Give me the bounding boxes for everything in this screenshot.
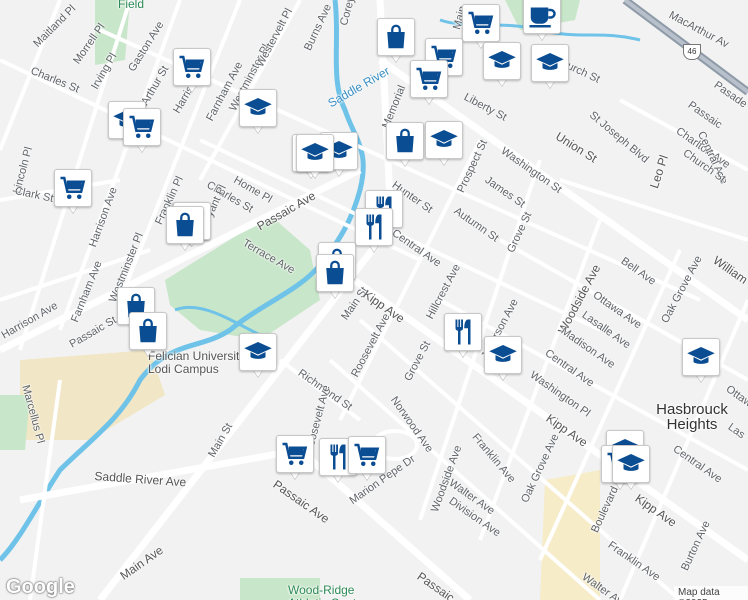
poi-marker-shopping-bag[interactable]	[377, 18, 415, 64]
poi-marker-shopping-bag[interactable]	[386, 122, 424, 168]
poi-marker-shopping-cart[interactable]	[173, 48, 211, 94]
poi-marker-graduation-cap[interactable]	[612, 445, 650, 491]
google-logo: Google	[6, 576, 75, 598]
graduation-cap-icon	[239, 89, 277, 127]
poi-marker-graduation-cap[interactable]	[425, 121, 463, 167]
shopping-bag-icon	[377, 18, 415, 56]
label-wood-ridge: Wood-Ridge Athletic Center	[288, 583, 367, 600]
poi-marker-coffee-cup[interactable]	[523, 0, 561, 42]
shopping-cart-icon	[348, 436, 386, 474]
poi-marker-graduation-cap[interactable]	[239, 89, 277, 135]
graduation-cap-icon	[296, 134, 334, 172]
shopping-bag-icon	[129, 312, 167, 350]
poi-marker-restaurant[interactable]	[355, 208, 393, 254]
poi-marker-shopping-cart[interactable]	[54, 169, 92, 215]
route-46-shield: 46	[683, 44, 701, 60]
coffee-cup-icon	[523, 0, 561, 34]
label-hasbrouck-heights: Hasbrouck Heights	[656, 401, 728, 433]
shopping-cart-icon	[54, 169, 92, 207]
graduation-cap-icon	[484, 336, 522, 374]
shopping-cart-icon	[462, 4, 500, 42]
shopping-cart-icon	[276, 435, 314, 473]
poi-marker-graduation-cap[interactable]	[531, 44, 569, 90]
poi-marker-graduation-cap[interactable]	[682, 338, 720, 384]
restaurant-icon	[355, 208, 393, 246]
graduation-cap-icon	[612, 445, 650, 483]
graduation-cap-icon	[483, 42, 521, 80]
poi-marker-shopping-cart[interactable]	[348, 436, 386, 482]
shopping-bag-icon	[166, 206, 204, 244]
graduation-cap-icon	[531, 44, 569, 82]
shopping-cart-icon	[123, 108, 161, 146]
poi-marker-restaurant[interactable]	[444, 313, 482, 359]
poi-marker-graduation-cap[interactable]	[296, 134, 334, 180]
poi-marker-shopping-bag[interactable]	[166, 206, 204, 252]
graduation-cap-icon	[425, 121, 463, 159]
shopping-cart-icon	[173, 48, 211, 86]
poi-marker-shopping-cart[interactable]	[276, 435, 314, 481]
poi-marker-shopping-cart[interactable]	[410, 60, 448, 106]
shopping-cart-icon	[410, 60, 448, 98]
poi-marker-shopping-cart[interactable]	[123, 108, 161, 154]
shopping-bag-icon	[316, 254, 354, 292]
map-canvas[interactable]: Field Maitland Pl Morrell Pl Charles St …	[0, 0, 748, 600]
poi-marker-shopping-bag[interactable]	[129, 312, 167, 358]
map-attribution[interactable]: Map data ©2025	[674, 586, 748, 600]
restaurant-icon	[444, 313, 482, 351]
graduation-cap-icon	[682, 338, 720, 376]
graduation-cap-icon	[239, 333, 277, 371]
poi-marker-graduation-cap[interactable]	[483, 42, 521, 88]
poi-marker-graduation-cap[interactable]	[239, 333, 277, 379]
shopping-bag-icon	[386, 122, 424, 160]
label-field: Field	[118, 0, 145, 11]
poi-marker-shopping-bag[interactable]	[316, 254, 354, 300]
poi-marker-graduation-cap[interactable]	[484, 336, 522, 382]
